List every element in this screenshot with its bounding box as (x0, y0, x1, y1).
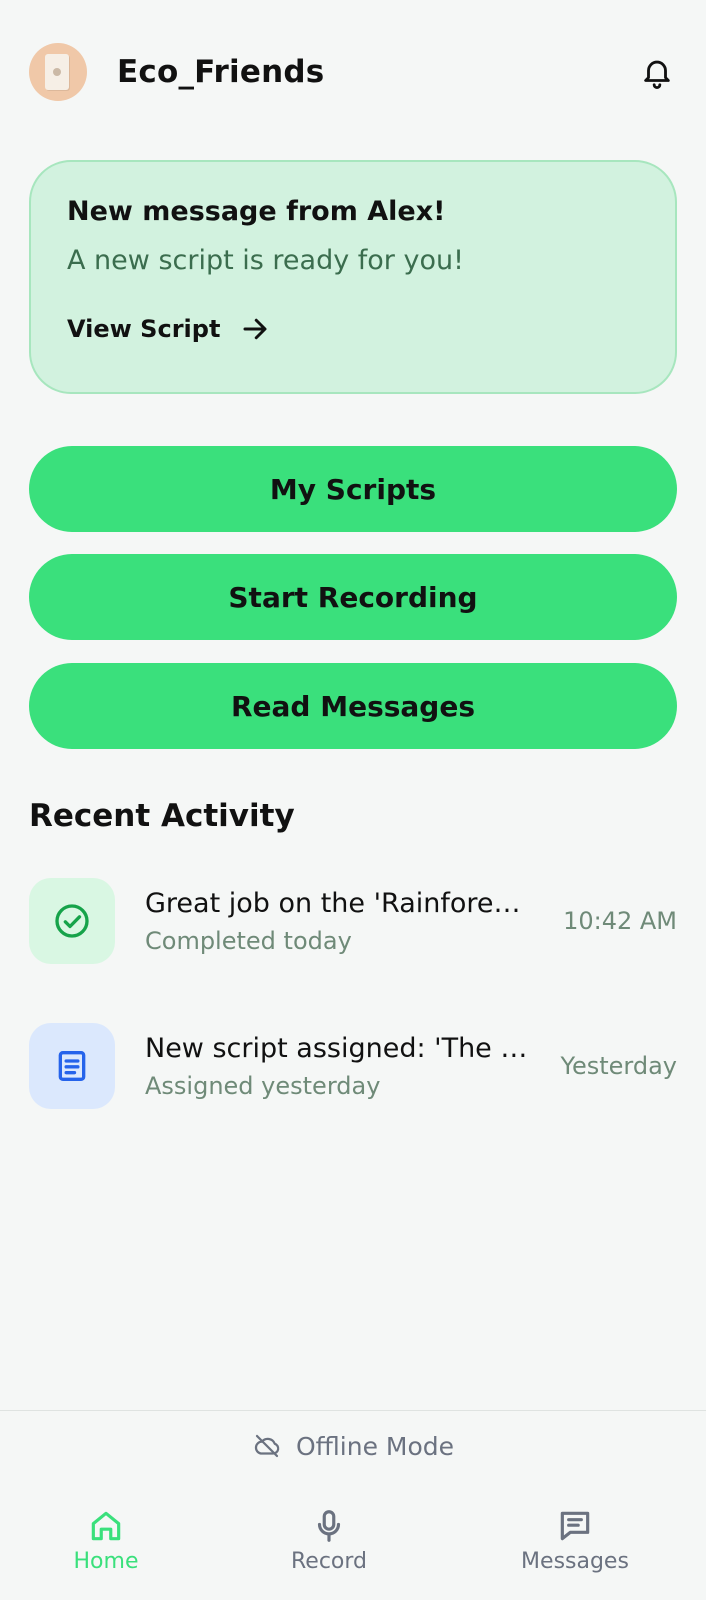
message-icon (560, 1511, 590, 1541)
arrow-right-icon (243, 318, 267, 340)
activity-subtitle: Completed today (145, 926, 352, 955)
new-message-card: New message from Alex! A new script is r… (29, 160, 677, 394)
activity-text: Great job on the 'Rainforest' script! Co… (145, 888, 533, 955)
activity-item[interactable]: New script assigned: 'The Ocean' Assigne… (29, 1022, 677, 1110)
app-header: Eco_Friends (29, 42, 677, 102)
home-icon (91, 1511, 121, 1541)
start-recording-button[interactable]: Start Recording (29, 554, 677, 640)
activity-time: Yesterday (560, 1052, 677, 1080)
activity-time: 10:42 AM (563, 907, 677, 935)
document-icon (29, 1023, 115, 1109)
activity-subtitle: Assigned yesterday (145, 1071, 381, 1100)
avatar-image (45, 54, 69, 90)
microphone-icon (317, 1510, 341, 1542)
activity-item[interactable]: Great job on the 'Rainforest' script! Co… (29, 877, 677, 965)
activity-title: New script assigned: 'The Ocean' (145, 1032, 530, 1064)
bottom-bar: Offline Mode Home Record Messages (0, 1410, 706, 1600)
nav-home-label: Home (73, 1549, 139, 1574)
my-scripts-button[interactable]: My Scripts (29, 446, 677, 532)
view-script-link[interactable]: View Script (67, 314, 272, 344)
view-script-label: View Script (67, 315, 221, 343)
recent-activity-heading: Recent Activity (29, 798, 295, 834)
nav-messages-label: Messages (521, 1549, 629, 1574)
read-messages-button[interactable]: Read Messages (29, 663, 677, 749)
activity-text: New script assigned: 'The Ocean' Assigne… (145, 1033, 530, 1100)
avatar[interactable] (29, 43, 87, 101)
notice-subtitle: A new script is ready for you! (67, 245, 464, 276)
offline-status: Offline Mode (0, 1431, 706, 1461)
nav-record[interactable]: Record (278, 1507, 380, 1574)
nav-record-label: Record (290, 1549, 367, 1574)
cloud-off-icon (254, 1434, 280, 1458)
bell-icon[interactable] (637, 52, 677, 92)
notice-title: New message from Alex! (67, 196, 446, 227)
activity-title: Great job on the 'Rainforest' script! (145, 887, 533, 919)
offline-label: Offline Mode (295, 1431, 455, 1461)
nav-messages[interactable]: Messages (515, 1507, 635, 1574)
check-circle-icon (29, 878, 115, 964)
app-title: Eco_Friends (117, 54, 325, 90)
home-screen: Eco_Friends New message from Alex! A new… (0, 0, 706, 1600)
nav-home[interactable]: Home (60, 1507, 152, 1574)
